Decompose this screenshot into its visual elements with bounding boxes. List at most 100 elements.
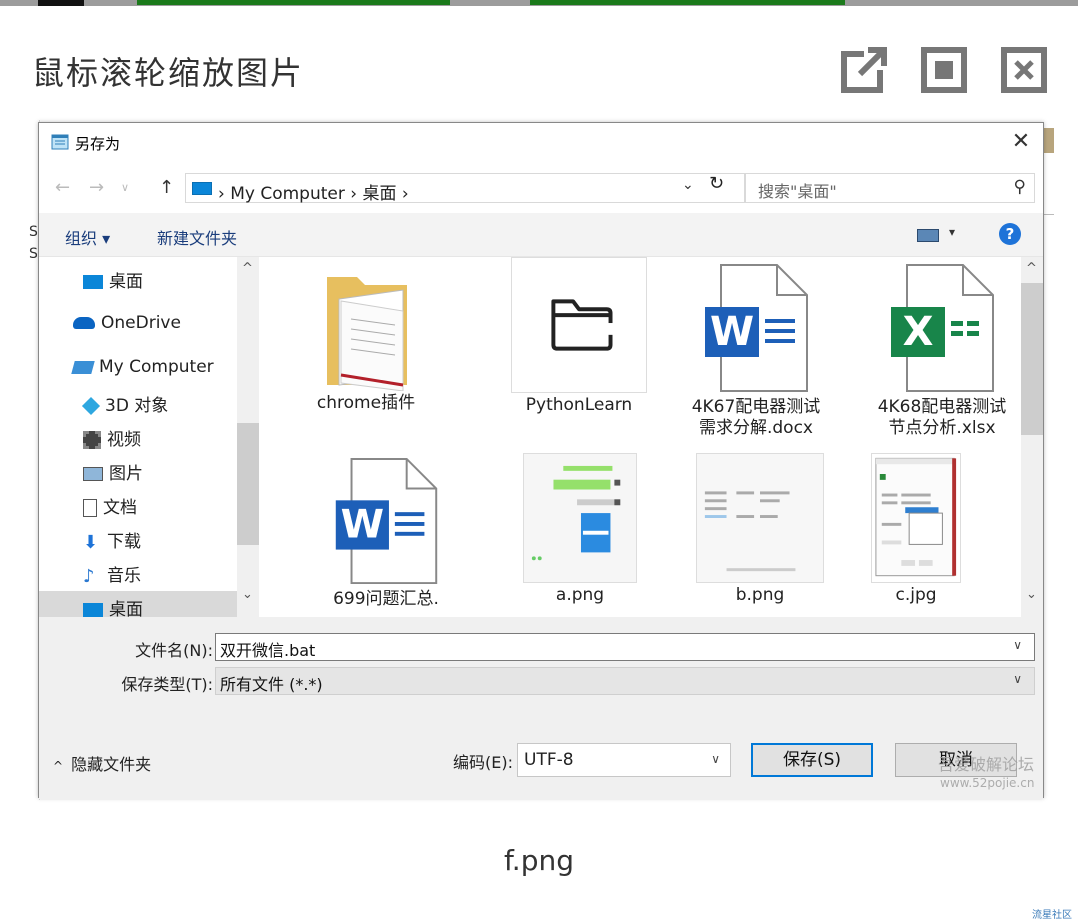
file-item-chrome-plugin[interactable]: chrome插件 xyxy=(281,271,451,414)
encoding-value: UTF-8 xyxy=(524,750,574,770)
file-item-699-summary[interactable]: W 699问题汇总. xyxy=(301,457,471,610)
address-dropdown-icon[interactable]: ⌄ xyxy=(682,177,694,193)
hide-folders-toggle[interactable]: ^ 隐藏文件夹 xyxy=(53,751,151,775)
scroll-up-icon[interactable]: ^ xyxy=(1026,261,1037,276)
svg-text:W: W xyxy=(341,502,384,548)
word-document-icon: W xyxy=(701,263,811,395)
filetype-dropdown-icon[interactable]: ∨ xyxy=(1013,672,1022,686)
fit-screen-icon[interactable] xyxy=(918,44,970,96)
image-thumbnail xyxy=(696,453,824,583)
encoding-select[interactable]: UTF-8 ∨ xyxy=(517,743,731,777)
scroll-down-icon[interactable]: ⌄ xyxy=(242,587,253,602)
search-placeholder: 搜索"桌面" xyxy=(758,182,837,201)
onedrive-icon xyxy=(73,317,95,329)
pictures-icon xyxy=(83,467,103,481)
nav-item-documents[interactable]: 文档 xyxy=(83,493,137,518)
save-as-dialog: 另存为 ✕ ← → ∨ ↑ › My Computer › 桌面 › ⌄ ↻ 搜… xyxy=(38,122,1044,799)
file-item-b-png[interactable]: b.png xyxy=(675,453,845,606)
file-name: PythonLearn xyxy=(525,395,633,415)
nav-item-music[interactable]: ♪ 音乐 xyxy=(83,561,141,587)
top-image-strip xyxy=(0,0,1078,6)
filename-value: 双开微信.bat xyxy=(220,641,316,660)
excel-document-icon: X xyxy=(887,263,997,395)
nav-scrollbar[interactable]: ^ ⌄ xyxy=(237,257,259,617)
watermark-line-2: www.52pojie.cn xyxy=(940,776,1035,790)
file-item-4k68-xlsx[interactable]: X 4K68配电器测试 节点分析.xlsx xyxy=(857,263,1021,439)
close-icon[interactable] xyxy=(998,44,1050,96)
word-document-icon: W xyxy=(331,457,441,587)
command-toolbar: 组织 ▾ 新建文件夹 ▾ ? xyxy=(39,213,1043,257)
file-item-a-png[interactable]: a.png xyxy=(495,453,665,606)
open-external-icon[interactable] xyxy=(838,44,890,96)
computer-icon xyxy=(192,182,212,195)
view-dropdown-icon[interactable]: ▾ xyxy=(949,225,955,239)
nav-item-onedrive[interactable]: OneDrive xyxy=(73,313,181,333)
breadcrumb-my-computer[interactable]: My Computer xyxy=(230,184,345,204)
refresh-icon[interactable]: ↻ xyxy=(709,173,724,194)
nav-item-3d-objects[interactable]: 3D 对象 xyxy=(81,391,168,416)
3d-objects-icon xyxy=(81,396,101,416)
nav-scroll-thumb[interactable] xyxy=(237,423,259,545)
encoding-label: 编码(E): xyxy=(453,753,513,772)
folder-outline-icon xyxy=(511,257,647,393)
breadcrumb: › My Computer › 桌面 › xyxy=(218,184,409,204)
file-item-4k67-docx[interactable]: W 4K67配电器测试 需求分解.docx xyxy=(671,263,841,439)
nav-item-pictures[interactable]: 图片 xyxy=(83,459,143,484)
back-arrow-icon[interactable]: ← xyxy=(55,177,70,198)
footer-mark: 流星社区 xyxy=(1032,910,1072,920)
folder-icon xyxy=(311,271,421,392)
video-icon xyxy=(83,431,101,449)
background-text: S xyxy=(29,224,38,240)
filetype-row: 保存类型(T): 所有文件 (*.*) ∨ xyxy=(39,667,1043,695)
save-button[interactable]: 保存(S) xyxy=(751,743,873,777)
filetype-value: 所有文件 (*.*) xyxy=(220,675,323,694)
filename-dropdown-icon[interactable]: ∨ xyxy=(1013,638,1022,652)
dialog-footer: ^ 隐藏文件夹 编码(E): UTF-8 ∨ 保存(S) 取消 xyxy=(39,707,1043,799)
notepad-icon xyxy=(51,134,69,150)
scroll-up-icon[interactable]: ^ xyxy=(242,261,253,276)
viewer-title: 鼠标滚轮缩放图片 xyxy=(32,54,305,92)
encoding-dropdown-icon[interactable]: ∨ xyxy=(711,752,720,766)
new-folder-button[interactable]: 新建文件夹 xyxy=(157,225,237,249)
nav-item-videos[interactable]: 视频 xyxy=(83,425,141,450)
scroll-down-icon[interactable]: ⌄ xyxy=(1026,587,1037,602)
image-thumbnail xyxy=(523,453,637,583)
breadcrumb-desktop[interactable]: 桌面 xyxy=(363,184,397,204)
image-caption: f.png xyxy=(503,844,574,877)
chevron-up-icon: ^ xyxy=(53,759,64,773)
filename-input[interactable]: 双开微信.bat ∨ xyxy=(215,633,1035,661)
watermark: 吾爱破解论坛 www.52pojie.cn xyxy=(938,756,1034,792)
desktop-icon xyxy=(83,603,103,617)
help-icon[interactable]: ? xyxy=(999,223,1021,245)
file-name: b.png xyxy=(735,585,785,605)
organize-button[interactable]: 组织 ▾ xyxy=(65,225,110,249)
svg-text:X: X xyxy=(903,309,934,355)
file-scroll-thumb[interactable] xyxy=(1021,283,1043,435)
address-box[interactable]: › My Computer › 桌面 › ⌄ xyxy=(185,173,745,204)
desktop-icon xyxy=(83,275,103,289)
recent-dropdown-icon[interactable]: ∨ xyxy=(121,181,129,194)
svg-text:W: W xyxy=(710,309,754,355)
file-name: 4K67配电器测试 需求分解.docx xyxy=(691,397,821,438)
file-item-c-jpg[interactable]: c.jpg xyxy=(871,453,961,606)
file-list: chrome插件 PythonLearn W 4K67配电器测试 需求分解.do… xyxy=(261,257,1021,617)
search-input[interactable]: 搜索"桌面" ⚲ xyxy=(745,173,1035,203)
filename-row: 文件名(N): 双开微信.bat ∨ xyxy=(39,633,1043,661)
watermark-line-1: 吾爱破解论坛 xyxy=(938,755,1035,774)
file-name: c.jpg xyxy=(895,585,937,605)
file-name: a.png xyxy=(555,585,605,605)
nav-item-downloads[interactable]: ⬇ 下载 xyxy=(83,527,141,553)
nav-item-my-computer[interactable]: My Computer xyxy=(71,357,214,377)
filetype-select[interactable]: 所有文件 (*.*) ∨ xyxy=(215,667,1035,695)
file-item-pythonlearn[interactable]: PythonLearn xyxy=(511,257,647,416)
dialog-titlebar: 另存为 ✕ xyxy=(39,123,1043,163)
nav-item-desktop[interactable]: 桌面 xyxy=(83,267,143,292)
up-arrow-icon[interactable]: ↑ xyxy=(159,177,174,198)
address-bar-row: ← → ∨ ↑ › My Computer › 桌面 › ⌄ ↻ 搜索"桌面" … xyxy=(39,169,1043,205)
file-name: 4K68配电器测试 节点分析.xlsx xyxy=(877,397,1007,438)
forward-arrow-icon[interactable]: → xyxy=(89,177,104,198)
file-list-scrollbar[interactable]: ^ ⌄ xyxy=(1021,257,1043,617)
dialog-close-button[interactable]: ✕ xyxy=(1009,131,1033,153)
change-view-icon[interactable] xyxy=(917,229,939,242)
navigation-pane: 桌面 OneDrive My Computer 3D 对象 视频 图片 文档 ⬇… xyxy=(39,257,259,621)
